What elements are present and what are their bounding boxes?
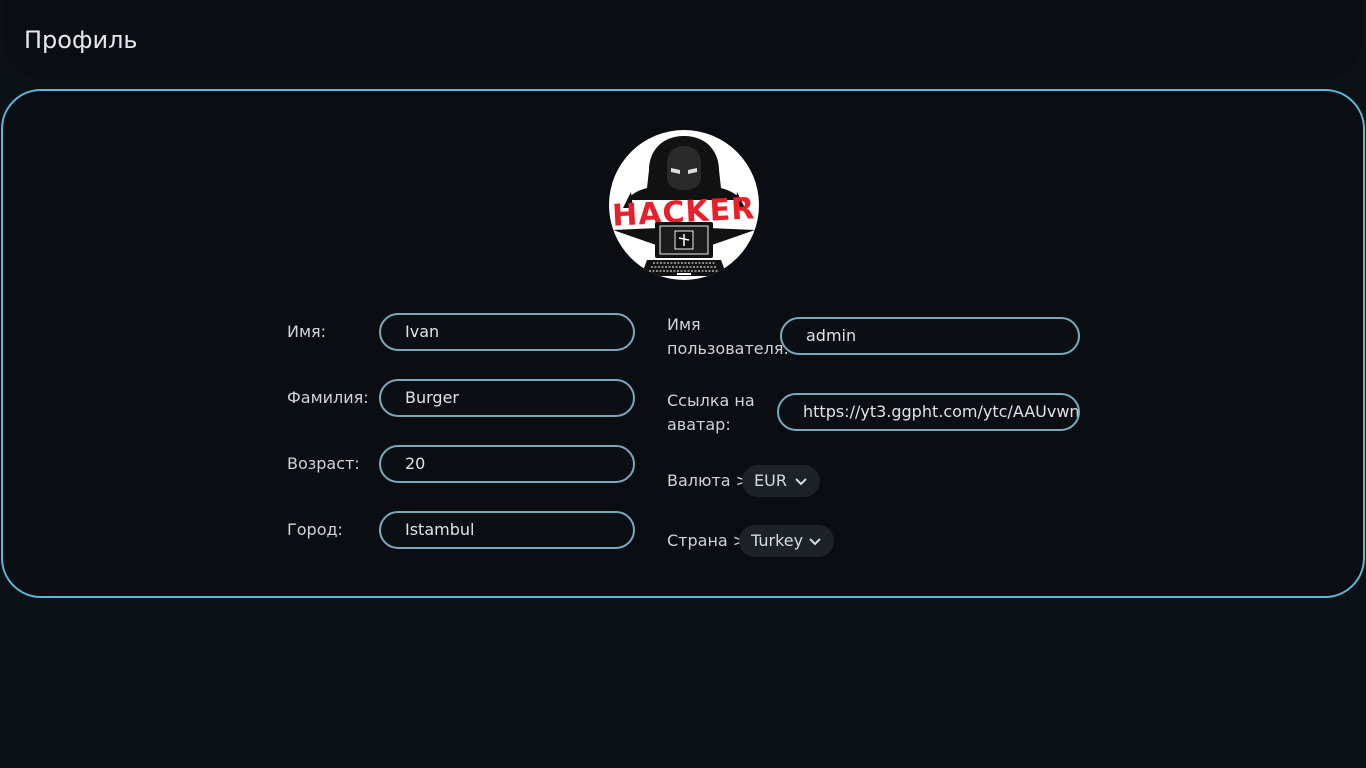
currency-select[interactable]: EUR: [742, 465, 820, 497]
city-field[interactable]: Istambul: [379, 511, 635, 549]
country-value: Turkey: [751, 531, 804, 550]
age-label: Возраст:: [287, 454, 360, 473]
username-label-line1: Имя: [667, 315, 701, 334]
profile-avatar: HACKER: [609, 130, 759, 280]
hacker-avatar-icon: HACKER: [611, 136, 756, 276]
country-label: Страна >: [667, 531, 747, 550]
username-label-line2: пользователя:: [667, 339, 789, 358]
currency-label: Валюта >: [667, 471, 750, 490]
avatar-link-label: Ссылка на аватар:: [667, 389, 755, 437]
profile-card: HACKER Имя: Ivan Фамилия: Burger Возраст…: [1, 89, 1365, 598]
last-name-field[interactable]: Burger: [379, 379, 635, 417]
first-name-field[interactable]: Ivan: [379, 313, 635, 351]
avatar-link-field[interactable]: https://yt3.ggpht.com/ytc/AAUvwn: [777, 393, 1080, 431]
country-select[interactable]: Turkey: [739, 525, 834, 557]
age-field[interactable]: 20: [379, 445, 635, 483]
username-field[interactable]: admin: [780, 317, 1080, 355]
avatar-link-label-line2: аватар:: [667, 415, 731, 434]
username-label: Имя пользователя:: [667, 313, 789, 361]
last-name-label: Фамилия:: [287, 388, 369, 407]
avatar-link-label-line1: Ссылка на: [667, 391, 755, 410]
city-label: Город:: [287, 520, 343, 539]
page-title: Профиль: [24, 26, 138, 54]
currency-value: EUR: [754, 471, 787, 490]
chevron-down-icon: [809, 538, 821, 546]
chevron-down-icon: [795, 478, 807, 486]
header-bar: Профиль: [4, 0, 1362, 80]
first-name-label: Имя:: [287, 322, 327, 341]
